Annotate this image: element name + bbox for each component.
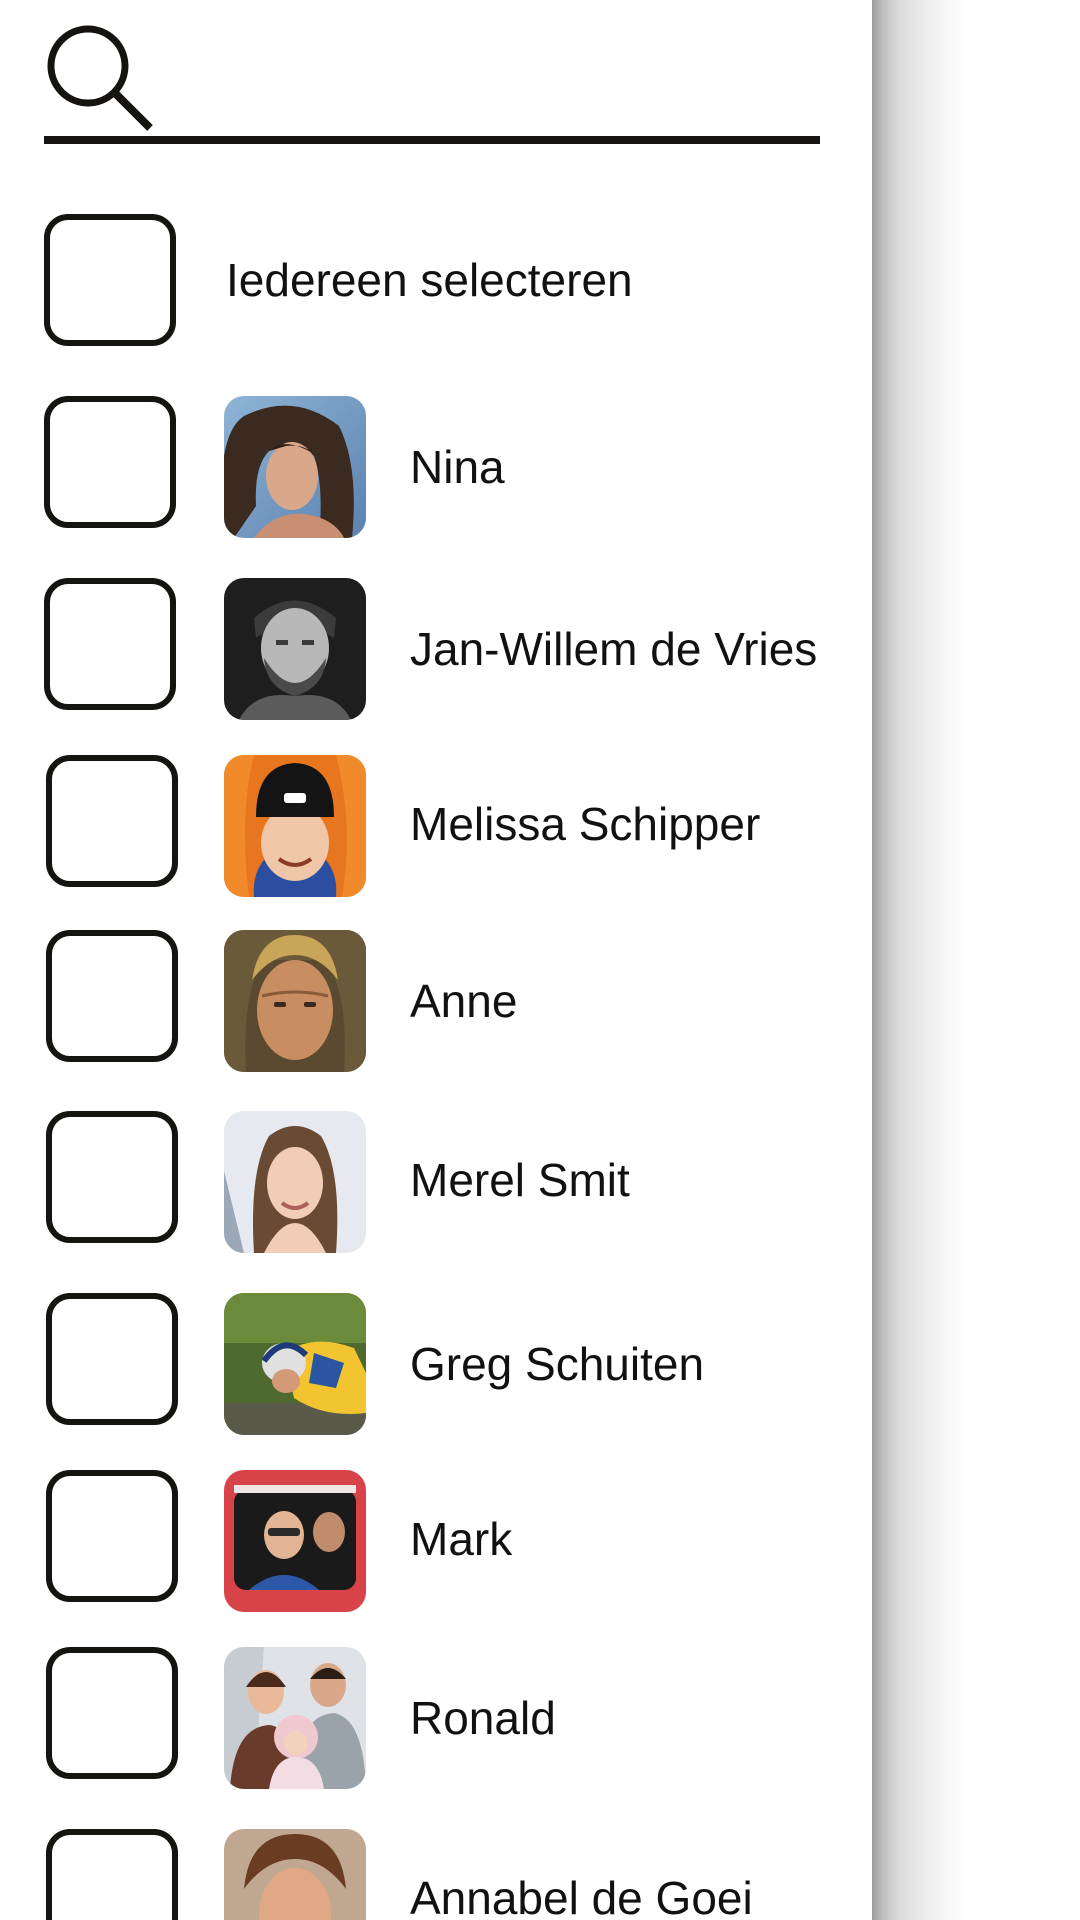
list-item[interactable]: Jan-Willem de Vries [0, 578, 860, 720]
list-item[interactable]: Annabel de Goei [0, 1829, 860, 1920]
select-all-checkbox[interactable] [44, 214, 176, 346]
contact-checkbox[interactable] [44, 578, 176, 710]
contact-name: Greg Schuiten [410, 1338, 705, 1390]
list-item[interactable]: Nina [0, 396, 860, 538]
contact-name: Jan-Willem de Vries [410, 623, 818, 675]
avatar [224, 396, 366, 538]
contact-checkbox[interactable] [44, 396, 176, 528]
avatar [224, 1293, 366, 1435]
list-item[interactable]: Anne [0, 930, 860, 1072]
search-icon [44, 22, 156, 134]
drawer-shadow [872, 0, 1080, 1920]
avatar [224, 1829, 366, 1920]
avatar [224, 1470, 366, 1612]
contact-picker-panel: Iedereen selecteren Nina Jan-Willem de V… [0, 0, 872, 1920]
list-item[interactable]: Merel Smit [0, 1111, 860, 1253]
select-all-label: Iedereen selecteren [226, 254, 633, 306]
search-input[interactable] [174, 38, 814, 118]
select-all-row[interactable]: Iedereen selecteren [0, 214, 860, 354]
contact-name: Ronald [410, 1692, 556, 1744]
search-underline [44, 136, 820, 144]
search-bar[interactable] [44, 18, 820, 146]
avatar [224, 930, 366, 1072]
contact-checkbox[interactable] [46, 930, 178, 1062]
contact-name: Nina [410, 441, 505, 493]
contact-name: Melissa Schipper [410, 798, 761, 850]
contact-checkbox[interactable] [46, 755, 178, 887]
contact-checkbox[interactable] [46, 1647, 178, 1779]
list-item[interactable]: Greg Schuiten [0, 1293, 860, 1435]
avatar [224, 1647, 366, 1789]
avatar [224, 578, 366, 720]
list-item[interactable]: Melissa Schipper [0, 755, 860, 897]
contact-name: Merel Smit [410, 1154, 630, 1206]
avatar [224, 1111, 366, 1253]
contact-checkbox[interactable] [46, 1293, 178, 1425]
contact-checkbox[interactable] [46, 1829, 178, 1920]
avatar [224, 755, 366, 897]
contact-checkbox[interactable] [46, 1470, 178, 1602]
contact-name: Mark [410, 1513, 513, 1565]
list-item[interactable]: Mark [0, 1470, 860, 1612]
contact-name: Annabel de Goei [410, 1872, 753, 1920]
contact-checkbox[interactable] [46, 1111, 178, 1243]
list-item[interactable]: Ronald [0, 1647, 860, 1789]
contact-name: Anne [410, 975, 518, 1027]
